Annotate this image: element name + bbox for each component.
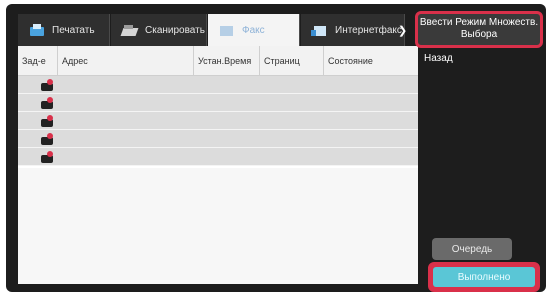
queue-button[interactable]: Очередь [432,238,512,260]
column-header-job: Зад-е [18,46,58,76]
done-button[interactable]: Выполнено [433,267,535,287]
tab-fax[interactable]: Факс [208,14,300,47]
fax-job-icon [40,132,54,145]
column-header-status: Состояние [328,56,373,66]
table-row[interactable] [18,112,418,130]
fax-job-icon [40,78,54,91]
column-header-address: Адрес [58,46,194,76]
job-list [18,76,418,166]
empty-list-area [18,168,418,284]
tab-label: Интернетфакс [335,24,402,36]
column-header-pages: Страниц [260,46,324,76]
back-button[interactable]: Назад [424,53,453,64]
fax-job-icon [40,114,54,127]
tab-print[interactable]: Печатать [18,14,110,46]
fax-job-icon [40,150,54,163]
column-header-set-time: Устан.Время [194,46,260,76]
tab-label: Печатать [52,24,95,36]
tab-internet-fax[interactable]: Интернетфакс [301,14,405,46]
printer-icon [28,23,46,37]
multi-select-mode-button[interactable]: Ввести Режим Множеств. Выбора [415,11,543,48]
fax-icon [218,24,236,37]
table-row[interactable] [18,130,418,148]
job-status-table: Зад-е Адрес Устан.Время Страниц Состояни… [18,46,418,284]
tab-scan[interactable]: Сканировать [111,14,207,46]
done-button-highlight: Выполнено [428,262,540,292]
table-header: Зад-е Адрес Устан.Время Страниц Состояни… [18,46,418,76]
internet-fax-icon [311,24,329,37]
fax-job-icon [40,96,54,109]
chevron-right-icon[interactable]: ❯ [398,24,407,37]
table-row[interactable] [18,94,418,112]
tab-label: Сканировать [145,24,205,36]
table-row[interactable] [18,76,418,94]
table-row[interactable] [18,148,418,166]
tab-label: Факс [242,25,265,36]
scanner-icon [121,24,139,37]
